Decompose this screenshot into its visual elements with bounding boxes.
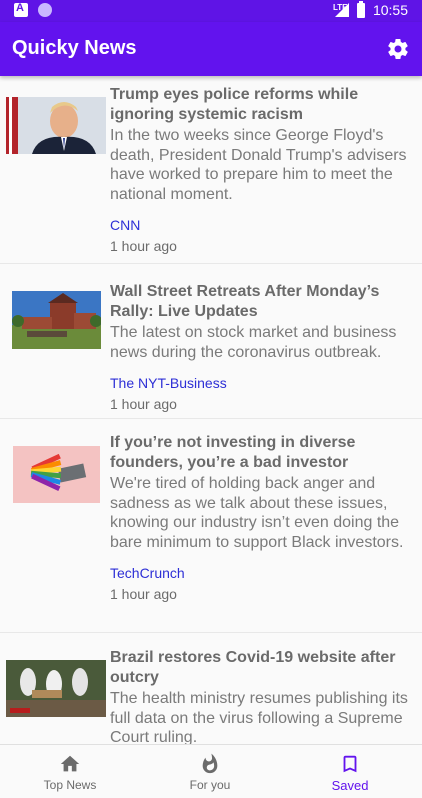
article-source-link[interactable]: TechCrunch (110, 565, 412, 581)
article-card[interactable]: Brazil restores Covid-19 website after o… (0, 633, 422, 744)
article-description: The latest on stock market and business … (110, 324, 397, 361)
news-feed[interactable]: Trump eyes police reforms while ignoring… (0, 76, 422, 744)
flame-icon (202, 753, 218, 774)
nav-label: Top News (43, 778, 97, 792)
notification-icon (14, 2, 28, 17)
nav-label: For you (189, 778, 231, 792)
signal-icon: LTE (332, 3, 349, 17)
article-description: In the two weeks since George Floyd's de… (110, 127, 407, 203)
article-thumbnail (12, 291, 101, 349)
article-timestamp: 1 hour ago (110, 396, 177, 412)
bottom-navigation: Top News For you Saved (0, 744, 422, 798)
article-card[interactable]: If you’re not investing in diverse found… (0, 419, 422, 633)
article-card[interactable]: Wall Street Retreats After Monday’s Rall… (0, 264, 422, 419)
article-description: We're tired of holding back anger and sa… (110, 475, 404, 551)
article-source-link[interactable]: CNN (110, 217, 412, 233)
app-bar: Quicky News (0, 22, 422, 76)
status-bar: LTE 10:55 (0, 0, 422, 22)
article-card[interactable]: Trump eyes police reforms while ignoring… (0, 76, 422, 264)
article-title[interactable]: If you’re not investing in diverse found… (110, 433, 412, 473)
article-source-link[interactable]: The NYT-Business (110, 375, 412, 391)
nav-top-news[interactable]: Top News (0, 745, 140, 798)
article-timestamp: 1 hour ago (110, 586, 177, 602)
settings-button[interactable] (386, 37, 410, 61)
network-type-label: LTE (332, 3, 348, 12)
app-title: Quicky News (12, 37, 137, 59)
article-title[interactable]: Trump eyes police reforms while ignoring… (110, 85, 412, 125)
nav-label: Saved (331, 778, 369, 793)
article-thumbnail (6, 97, 106, 154)
article-thumbnail (6, 660, 106, 717)
bookmark-icon (343, 755, 357, 773)
clock: 10:55 (372, 2, 408, 18)
sync-dot-icon (38, 3, 52, 17)
article-timestamp: 1 hour ago (110, 238, 177, 254)
home-icon (60, 755, 80, 772)
nav-for-you[interactable]: For you (140, 745, 280, 798)
nav-saved[interactable]: Saved (280, 745, 420, 798)
gear-icon (388, 39, 408, 60)
article-title[interactable]: Wall Street Retreats After Monday’s Rall… (110, 282, 412, 322)
article-description: The health ministry resumes publishing i… (110, 690, 408, 744)
battery-icon (356, 0, 365, 18)
article-thumbnail (13, 446, 100, 503)
article-title[interactable]: Brazil restores Covid-19 website after o… (110, 648, 412, 688)
